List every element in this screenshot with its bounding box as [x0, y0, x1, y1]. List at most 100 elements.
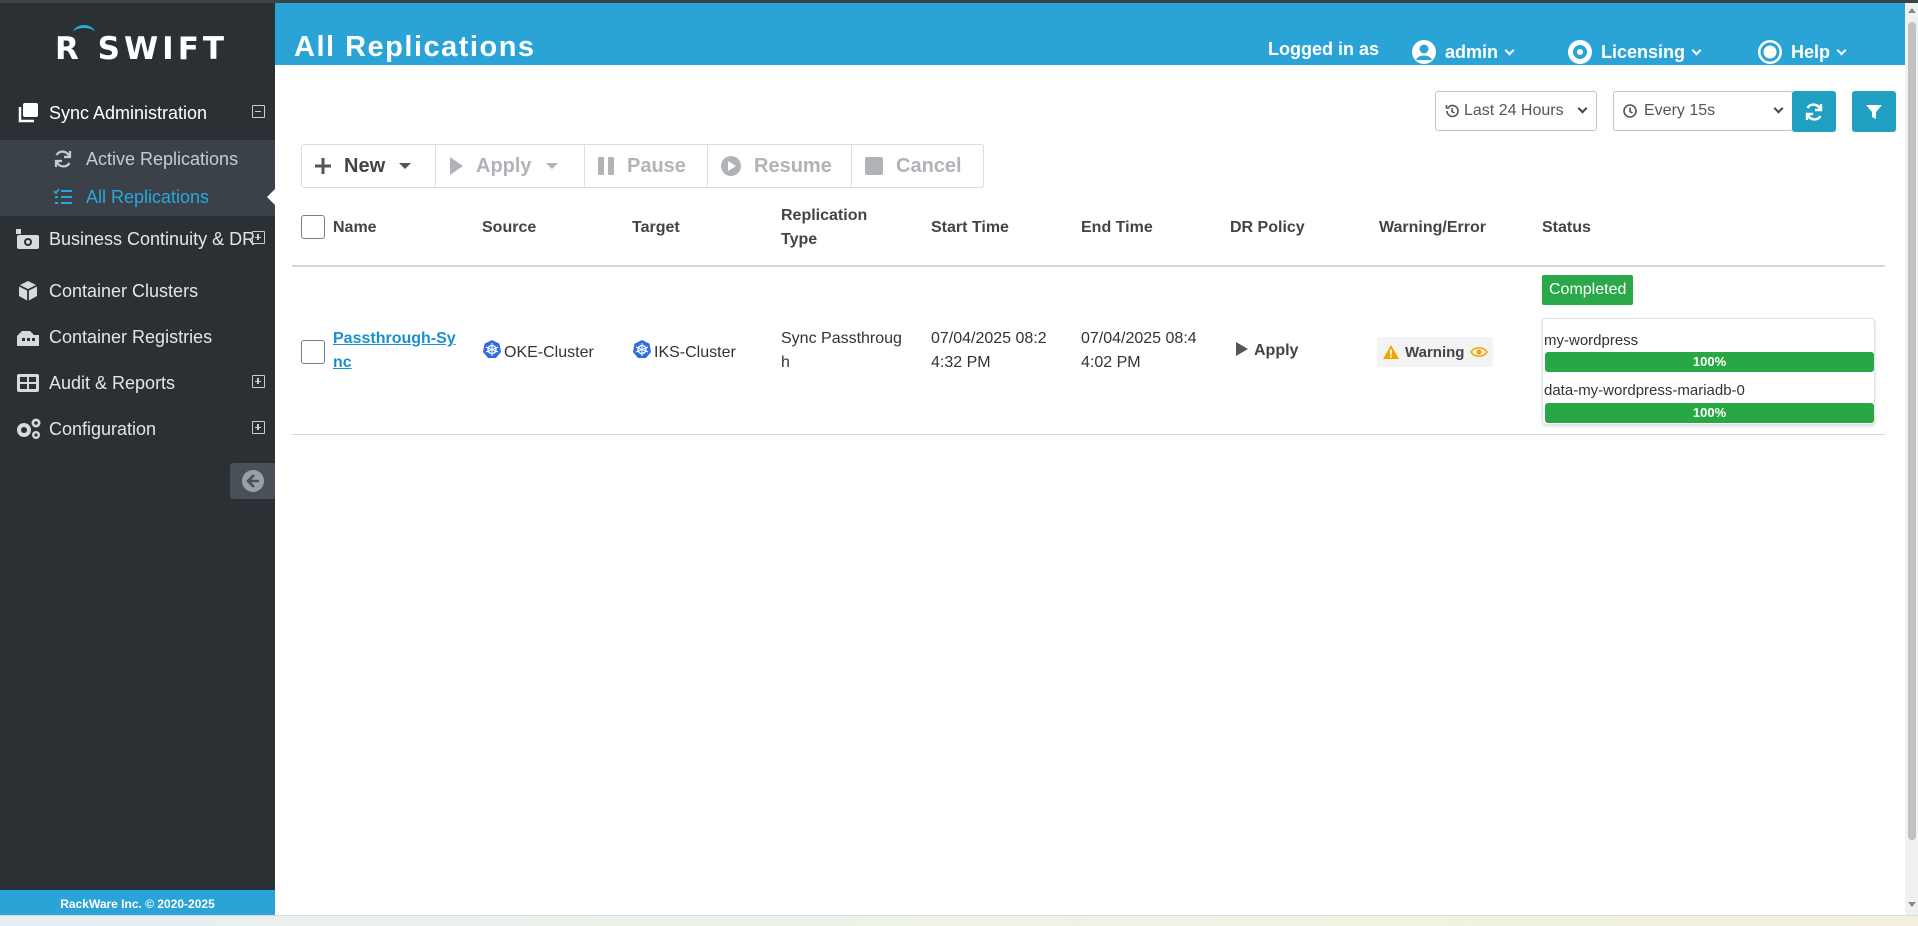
grid-icon — [13, 373, 43, 393]
filter-icon — [1866, 104, 1882, 119]
resume-icon — [720, 155, 742, 177]
play-icon — [448, 156, 464, 176]
column-header-name[interactable]: Name — [333, 216, 377, 240]
scroll-up-arrow-icon[interactable] — [1908, 8, 1916, 13]
collapse-sidebar-button[interactable] — [230, 463, 275, 499]
chevron-down-icon — [1691, 45, 1702, 55]
user-menu[interactable]: admin — [1411, 39, 1515, 65]
sidebar-item-label: Business Continuity & DR — [49, 228, 256, 249]
dr-policy-value: Apply — [1254, 342, 1299, 359]
sidebar-item-label: All Replications — [86, 186, 210, 207]
volume-name: my-wordpress — [1544, 332, 1639, 349]
help-lifebuoy-icon — [1758, 40, 1782, 64]
sidebar-item-label: Container Clusters — [49, 280, 199, 301]
time-line: 4:32 PM — [931, 354, 991, 371]
clock-icon — [1623, 104, 1637, 118]
refresh-interval-value: Every 15s — [1644, 102, 1716, 119]
sidebar-item-container-clusters[interactable]: Container Clusters — [0, 269, 275, 313]
help-menu[interactable]: Help — [1757, 39, 1847, 65]
volume-name: data-my-wordpress-mariadb-0 — [1544, 382, 1745, 399]
progress-fill: 100% — [1545, 352, 1874, 372]
sidebar-item-business-continuity[interactable]: Business Continuity & DR — [0, 217, 275, 261]
refresh-icon — [53, 149, 73, 169]
dr-policy-apply-link[interactable]: Apply — [1235, 339, 1298, 363]
collapse-minus-icon[interactable] — [252, 105, 265, 118]
cancel-label: Cancel — [896, 154, 962, 177]
source-cell: OKE-Cluster — [482, 339, 594, 365]
sidebar-item-label: Sync Administration — [49, 102, 208, 123]
sidebar: R SWIFT Sync Administration Active Repli… — [0, 3, 275, 918]
type-line: h — [781, 354, 790, 371]
kubernetes-icon — [483, 340, 501, 358]
page-title: All Replications — [294, 31, 536, 63]
row-checkbox[interactable] — [301, 340, 325, 364]
play-icon — [1236, 342, 1248, 356]
type-line: Sync Passthroug — [781, 330, 902, 347]
refresh-interval-select[interactable]: Every 15s — [1613, 91, 1793, 131]
column-header-end-time[interactable]: End Time — [1081, 216, 1153, 240]
sidebar-item-label: Active Replications — [86, 148, 239, 169]
apply-button[interactable]: Apply — [436, 145, 585, 187]
target-value: IKS-Cluster — [654, 344, 736, 361]
licensing-menu[interactable]: Licensing — [1567, 39, 1702, 65]
resume-button[interactable]: Resume — [708, 145, 852, 187]
active-indicator — [267, 189, 275, 205]
volume-progress-panel: my-wordpress 100% data-my-wordpress-mari… — [1542, 318, 1875, 425]
target-cell: IKS-Cluster — [632, 339, 736, 365]
cancel-button[interactable]: Cancel — [852, 145, 983, 187]
time-line: 07/04/2025 08:4 — [1081, 330, 1197, 347]
pause-button[interactable]: Pause — [585, 145, 708, 187]
chevron-down-icon — [1577, 103, 1588, 114]
start-time-cell: 07/04/2025 08:2 4:32 PM — [931, 327, 1047, 375]
sidebar-item-label: Configuration — [49, 418, 157, 439]
sidebar-item-active-replications[interactable]: Active Replications — [0, 140, 275, 178]
expand-plus-icon[interactable] — [252, 375, 265, 388]
column-header-warning-error[interactable]: Warning/Error — [1379, 216, 1486, 240]
replication-name-link[interactable]: Passthrough-Sy nc — [333, 327, 456, 375]
vertical-scrollbar[interactable] — [1905, 3, 1918, 915]
warning-triangle-icon — [1383, 345, 1399, 359]
kubernetes-icon — [633, 340, 651, 358]
copyright-footer: RackWare Inc. © 2020-2025 — [0, 890, 275, 918]
column-header-source[interactable]: Source — [482, 216, 536, 240]
column-header-start-time[interactable]: Start Time — [931, 216, 1009, 240]
scroll-down-arrow-icon[interactable] — [1908, 902, 1916, 907]
select-all-checkbox[interactable] — [301, 215, 325, 239]
gears-icon — [13, 417, 43, 441]
expand-plus-icon[interactable] — [252, 231, 265, 244]
user-icon — [1412, 40, 1436, 64]
row-divider — [292, 434, 1885, 435]
top-header: All Replications Logged in as admin Lice… — [275, 3, 1905, 65]
scrollbar-thumb[interactable] — [1908, 22, 1916, 840]
column-header-replication-type[interactable]: Replication Type — [781, 204, 867, 252]
sync-admin-submenu: Active Replications All Replications — [0, 140, 275, 216]
new-button[interactable]: New — [302, 145, 436, 187]
header-divider — [292, 265, 1885, 267]
dr-icon — [13, 227, 43, 251]
source-value: OKE-Cluster — [504, 344, 594, 361]
help-label: Help — [1791, 41, 1831, 62]
sidebar-item-audit-reports[interactable]: Audit & Reports — [0, 361, 275, 405]
refresh-button[interactable] — [1792, 91, 1836, 132]
end-time-cell: 07/04/2025 08:4 4:02 PM — [1081, 327, 1197, 375]
sidebar-item-sync-administration[interactable]: Sync Administration — [0, 91, 275, 135]
header-line: Replication — [781, 207, 868, 224]
header-line: Type — [781, 231, 818, 248]
eye-icon[interactable] — [1470, 345, 1489, 359]
filter-button[interactable] — [1852, 91, 1896, 132]
time-range-select[interactable]: Last 24 Hours — [1435, 91, 1597, 131]
sidebar-item-all-replications[interactable]: All Replications — [0, 178, 275, 216]
time-line: 4:02 PM — [1081, 354, 1141, 371]
sidebar-item-container-registries[interactable]: Container Registries — [0, 315, 275, 359]
progress-bar: 100% — [1545, 352, 1874, 372]
column-header-status[interactable]: Status — [1542, 216, 1591, 240]
logo-arc-icon — [73, 25, 95, 41]
column-header-dr-policy[interactable]: DR Policy — [1230, 216, 1305, 240]
registry-icon — [13, 326, 43, 348]
column-header-target[interactable]: Target — [632, 216, 680, 240]
warning-badge[interactable]: Warning — [1377, 337, 1494, 367]
copy-icon — [13, 102, 43, 124]
expand-plus-icon[interactable] — [252, 421, 265, 434]
sidebar-item-configuration[interactable]: Configuration — [0, 407, 275, 451]
caret-down-icon — [545, 163, 558, 169]
